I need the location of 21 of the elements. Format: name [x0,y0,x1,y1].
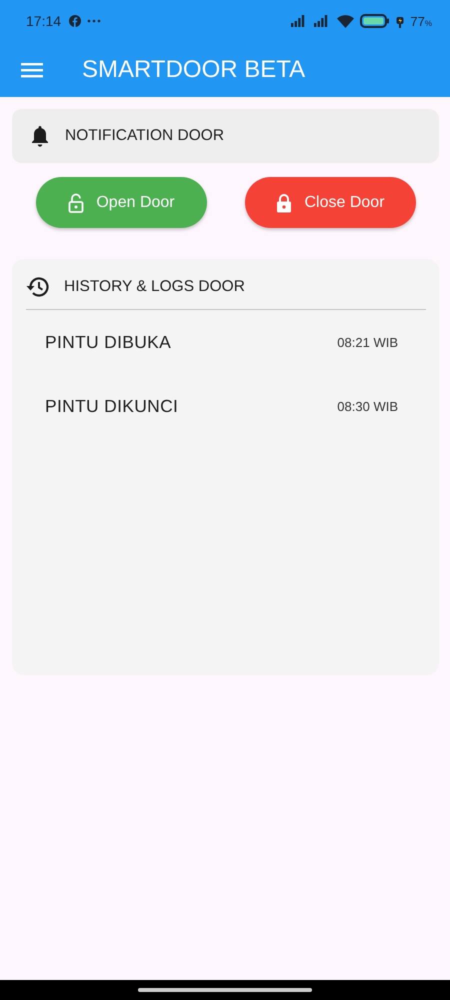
charging-icon [396,14,404,28]
battery-percentage: 77% [410,14,432,28]
door-button[interactable]: Open Door [36,177,207,228]
history-icon [26,276,50,298]
log-event: PINTU DIKUNCI [45,396,178,416]
log-time: 08:21 WIB [337,334,398,350]
wifi-icon [337,14,354,28]
log-event: PINTU DIBUKA [45,332,172,352]
notification-title: NOTIFICATION DOOR [65,127,224,145]
log-time: 08:30 WIB [337,398,398,414]
menu-icon[interactable] [21,62,43,78]
app-title: SMARTDOOR BETA [82,56,306,84]
status-time: 17:14 [26,13,62,29]
history-title: HISTORY & LOGS DOOR [64,278,245,296]
battery-icon [360,14,390,28]
door-button[interactable]: Close Door [245,177,416,228]
facebook-icon [69,15,82,27]
bell-icon [31,125,49,147]
locked-padlock-icon [276,192,292,212]
unlocked-padlock-icon [68,192,84,212]
more-icon [87,19,102,23]
